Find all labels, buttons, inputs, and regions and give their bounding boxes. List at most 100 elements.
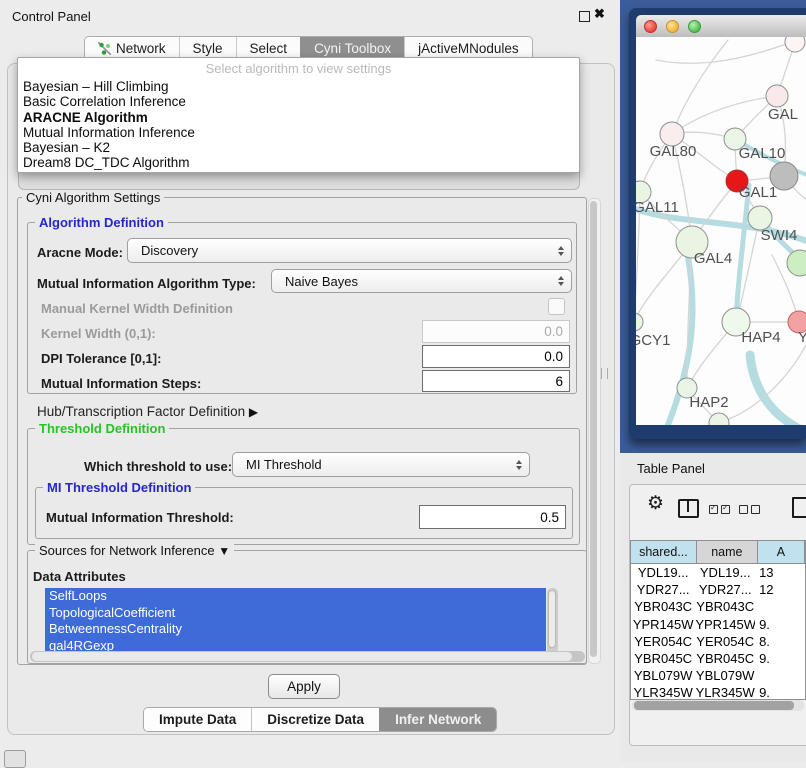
table-row[interactable]: YDL19...YDL19...13 — [631, 564, 805, 581]
settings-vertical-scrollbar[interactable] — [588, 198, 601, 664]
table-cell: YPR145W — [631, 616, 695, 633]
network-node[interactable] — [709, 413, 729, 425]
hub-definition-label: Hub/Transcription Factor Definition — [37, 404, 245, 419]
algorithm-option[interactable]: ARACNE Algorithm — [18, 110, 579, 125]
algorithm-option[interactable]: Bayesian – K2 — [18, 140, 579, 155]
algorithm-definition-title: Algorithm Definition — [35, 215, 168, 230]
aracne-mode-value: Discovery — [141, 243, 198, 258]
table-cell: 12 — [755, 581, 805, 598]
close-icon[interactable]: ✖ — [594, 6, 605, 22]
document-icon[interactable] — [792, 497, 806, 518]
algorithm-dropdown-list: Bayesian – Hill ClimbingBasic Correlatio… — [18, 79, 579, 171]
table-horizontal-scrollbar[interactable] — [632, 700, 804, 711]
panel-divider-grip[interactable] — [601, 368, 608, 379]
network-icon — [98, 42, 111, 55]
gear-icon[interactable]: ⚙ — [647, 494, 664, 513]
mi-steps-field[interactable]: 6 — [422, 370, 570, 392]
threshold-definition-title: Threshold Definition — [35, 421, 169, 436]
corner-widget-icon[interactable] — [4, 750, 26, 768]
minimize-traffic-light-icon[interactable] — [666, 20, 679, 33]
aracne-mode-select[interactable]: Discovery — [127, 238, 572, 263]
network-canvas[interactable]: GALGAL80GAL10GAL1GAL11SWI4GAL4GCY1HAP4YH… — [636, 37, 806, 425]
columns-icon[interactable] — [678, 499, 699, 518]
column-header-1[interactable]: shared... — [631, 541, 697, 563]
mi-type-select[interactable]: Naive Bayes — [271, 269, 572, 293]
mi-type-label: Mutual Information Algorithm Type: — [37, 276, 256, 291]
algorithm-option[interactable]: Basic Correlation Inference — [18, 94, 579, 109]
stepper-icon — [558, 276, 564, 286]
network-node-label: GAL11 — [636, 199, 679, 216]
table-cell: YLR345W — [695, 684, 755, 700]
network-node-label: GAL1 — [739, 184, 777, 201]
algorithm-dropdown-placeholder: Select algorithm to view settings — [18, 58, 579, 79]
algorithm-option[interactable]: Dream8 DC_TDC Algorithm — [18, 155, 579, 170]
tab-label: Network — [116, 41, 166, 56]
network-node-label: HAP4 — [741, 329, 780, 346]
attribute-item-selected[interactable]: BetweennessCentrality — [45, 621, 546, 638]
network-edge[interactable] — [736, 185, 749, 322]
table-cell: YDL19... — [695, 564, 755, 581]
network-edge[interactable] — [672, 40, 728, 134]
tab-discretize-data[interactable]: Discretize Data — [251, 708, 379, 731]
network-edge[interactable] — [719, 345, 806, 423]
which-threshold-select[interactable]: MI Threshold — [232, 452, 530, 477]
chevron-right-icon: ▶ — [249, 405, 258, 419]
algorithm-option[interactable]: Mutual Information Inference — [18, 125, 579, 140]
table-cell: 9. — [755, 684, 805, 700]
dpi-tolerance-field[interactable]: 0.0 — [422, 345, 570, 368]
data-attributes-list[interactable]: SelfLoopsTopologicalCoefficientBetweenne… — [45, 588, 546, 654]
apply-button[interactable]: Apply — [268, 674, 340, 699]
dpi-tolerance-label: DPI Tolerance [0,1]: — [41, 351, 161, 366]
chevron-down-icon: ▼ — [218, 544, 230, 558]
network-node[interactable] — [766, 85, 788, 107]
deselect-all-columns-icon[interactable] — [739, 505, 760, 514]
node-table-rows[interactable]: YDL19...YDL19...13YDR27...YDR27...12YBR0… — [631, 564, 805, 700]
settings-horizontal-scrollbar[interactable] — [30, 651, 585, 662]
network-window-titlebar[interactable] — [636, 15, 806, 38]
tab-label: Style — [193, 41, 223, 56]
attribute-item-selected[interactable]: SelfLoops — [45, 588, 546, 605]
table-row[interactable]: YER054CYER054C8. — [631, 633, 805, 650]
node-table[interactable]: shared...nameA YDL19...YDL19...13YDR27..… — [630, 540, 806, 700]
network-node-label: GAL4 — [694, 250, 732, 267]
close-traffic-light-icon[interactable] — [644, 20, 657, 33]
tab-label: jActiveMNodules — [418, 41, 519, 56]
network-edge[interactable] — [750, 355, 806, 425]
column-header-2[interactable]: name — [697, 541, 758, 563]
network-node-label: GCY1 — [636, 332, 670, 349]
column-header-3[interactable]: A — [758, 541, 805, 563]
mi-steps-label: Mutual Information Steps: — [41, 376, 201, 391]
kernel-width-field[interactable]: 0.0 — [422, 320, 570, 343]
network-node-label: Y — [798, 329, 806, 346]
select-all-columns-icon[interactable] — [709, 505, 730, 514]
network-node[interactable] — [787, 250, 806, 276]
table-row[interactable]: YBL079WYBL079W — [631, 667, 805, 684]
attributes-vertical-scrollbar[interactable] — [547, 588, 558, 654]
table-row[interactable]: YDR27...YDR27...12 — [631, 581, 805, 598]
table-cell: 13 — [755, 564, 805, 581]
node-table-header[interactable]: shared...nameA — [631, 541, 805, 564]
tab-impute-data[interactable]: Impute Data — [144, 708, 251, 731]
maximize-traffic-light-icon[interactable] — [688, 20, 701, 33]
which-threshold-label: Which threshold to use: — [84, 459, 232, 474]
table-panel-title: Table Panel — [637, 461, 705, 476]
manual-kernel-checkbox[interactable] — [548, 298, 565, 315]
network-node[interactable] — [785, 37, 805, 52]
float-window-icon[interactable] — [579, 11, 590, 22]
table-cell: 8. — [755, 633, 805, 650]
mi-threshold-field[interactable]: 0.5 — [419, 505, 566, 529]
table-cell: YPR145W — [695, 616, 755, 633]
table-row[interactable]: YBR043CYBR043C — [631, 598, 805, 615]
network-edge[interactable] — [672, 96, 777, 134]
manual-kernel-label: Manual Kernel Width Definition — [41, 301, 233, 316]
attribute-item-selected[interactable]: TopologicalCoefficient — [45, 605, 546, 622]
tab-label: Cyni Toolbox — [314, 41, 391, 56]
table-row[interactable]: YPR145WYPR145W9. — [631, 616, 805, 633]
sources-group-title[interactable]: Sources for Network Inference ▼ — [35, 543, 234, 558]
algorithm-option[interactable]: Bayesian – Hill Climbing — [18, 79, 579, 94]
table-row[interactable]: YLR345WYLR345W9. — [631, 684, 805, 700]
tab-infer-network[interactable]: Infer Network — [379, 708, 496, 731]
hub-definition-toggle[interactable]: Hub/Transcription Factor Definition ▶ — [37, 404, 258, 419]
table-row[interactable]: YBR045CYBR045C9. — [631, 650, 805, 667]
network-node[interactable] — [636, 313, 643, 331]
